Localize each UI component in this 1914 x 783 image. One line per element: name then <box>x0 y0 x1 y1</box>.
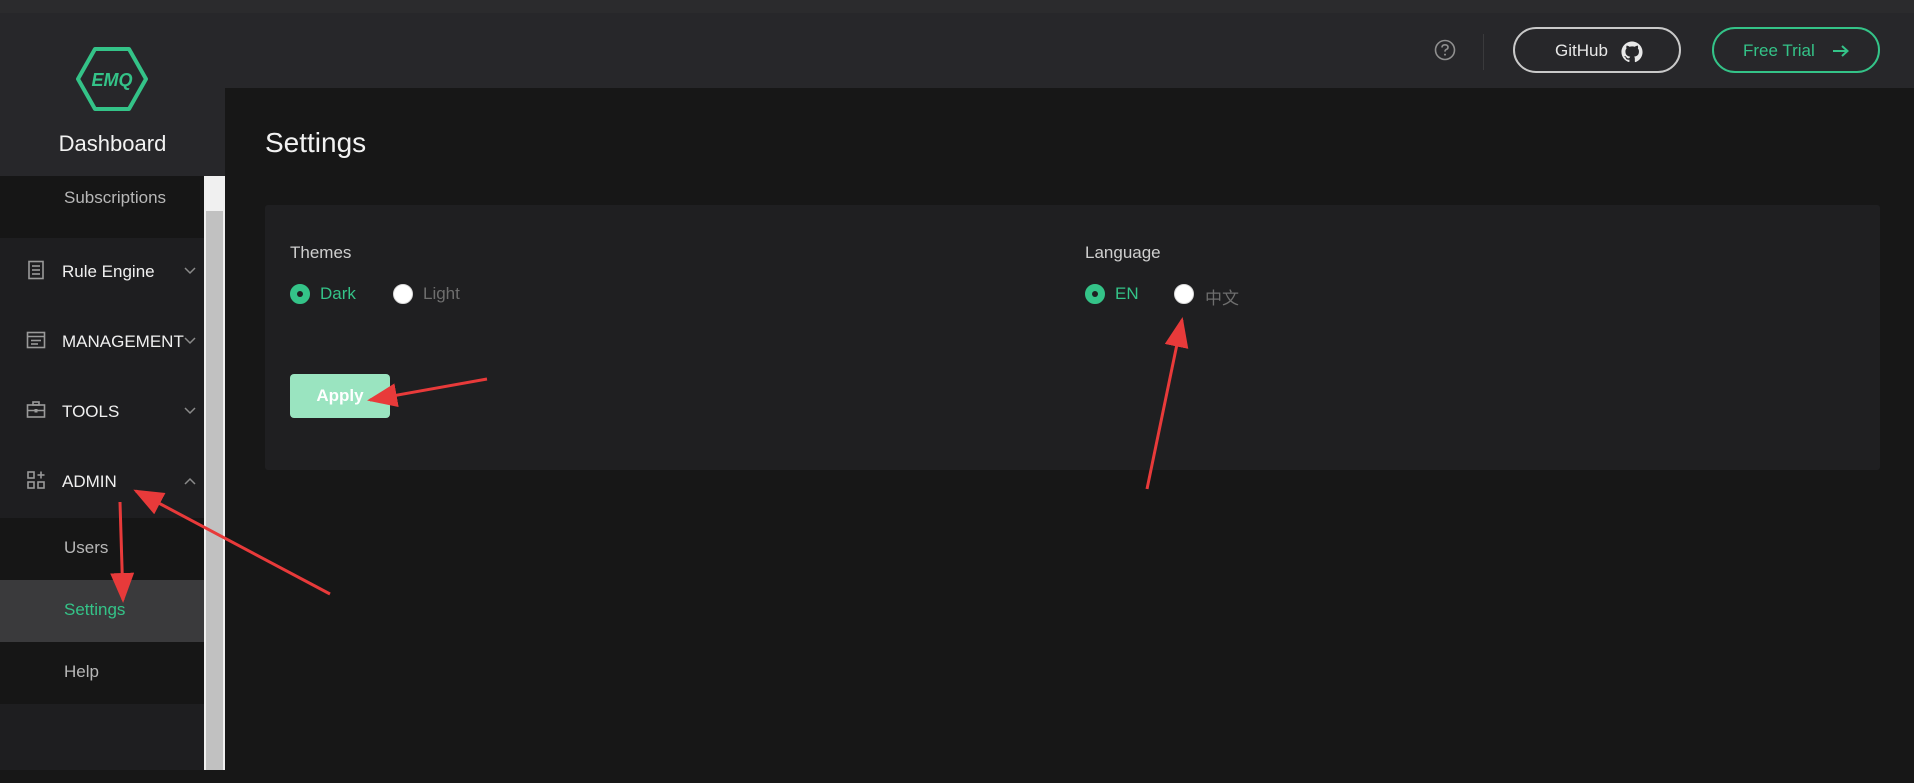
radio-theme-light[interactable] <box>393 284 413 304</box>
themes-label: Themes <box>290 243 352 262</box>
question-circle-icon[interactable] <box>1434 39 1456 61</box>
radio-language-en-label[interactable]: EN <box>1115 284 1139 304</box>
github-icon <box>1621 41 1643 63</box>
logo-text: EMQ <box>91 70 132 90</box>
brand-title: Dashboard <box>58 131 167 156</box>
radio-theme-light-label[interactable]: Light <box>423 284 460 304</box>
page-title: Settings <box>265 127 367 158</box>
radio-language-en[interactable] <box>1085 284 1105 304</box>
sidebar-group-tools[interactable]: TOOLS <box>0 378 204 448</box>
sidebar-item-users[interactable]: Users <box>0 518 204 580</box>
sidebar-group-label: TOOLS <box>62 402 120 421</box>
sidebar-group-label: Rule Engine <box>62 262 155 281</box>
github-button-label: GitHub <box>1555 41 1608 60</box>
free-trial-button[interactable]: Free Trial <box>1712 27 1880 73</box>
sidebar-item-label: Users <box>64 538 109 557</box>
sidebar-item-settings[interactable]: Settings <box>0 580 204 642</box>
top-header: GitHub Free Trial <box>225 13 1914 88</box>
document-icon <box>28 260 44 280</box>
sidebar-item-label: Help <box>64 662 99 681</box>
settings-card: Themes Dark Light Language EN 中文 <box>265 205 1880 470</box>
chevron-down-icon <box>184 407 196 415</box>
sidebar-item-label: Subscriptions <box>64 188 167 207</box>
brand-area: EMQ Dashboard <box>0 13 225 189</box>
radio-theme-dark[interactable] <box>290 284 310 304</box>
radio-theme-dark-label[interactable]: Dark <box>320 284 356 304</box>
chevron-up-icon <box>184 477 196 485</box>
chevron-down-icon <box>184 337 196 345</box>
window-top-strip <box>0 0 1914 14</box>
arrow-right-icon <box>1833 45 1849 57</box>
radio-language-zh-label[interactable]: 中文 <box>1205 284 1239 309</box>
sidebar-scrollbar-thumb[interactable] <box>206 211 223 770</box>
list-window-icon <box>26 331 46 349</box>
sidebar-group-rule-engine[interactable]: Rule Engine <box>0 238 204 308</box>
emq-logo-icon: EMQ <box>76 47 148 111</box>
github-button[interactable]: GitHub <box>1513 27 1681 73</box>
sidebar-group-label: ADMIN <box>62 472 117 491</box>
sidebar-item-help[interactable]: Help <box>0 642 204 704</box>
sidebar-menu: Subscriptions Rule Engine MANAGEMENT TOO… <box>0 176 204 770</box>
sidebar-item-label: Settings <box>64 600 126 619</box>
free-trial-button-label: Free Trial <box>1743 41 1815 60</box>
sidebar-item-subscriptions[interactable]: Subscriptions <box>0 176 204 238</box>
header-divider <box>1483 34 1484 70</box>
radio-language-zh[interactable] <box>1174 284 1194 304</box>
chevron-down-icon <box>184 267 196 275</box>
sidebar-group-label: MANAGEMENT <box>62 332 184 351</box>
language-label: Language <box>1085 243 1161 262</box>
sidebar-group-admin[interactable]: ADMIN <box>0 448 204 518</box>
toolbox-icon <box>26 401 46 418</box>
apply-button[interactable]: Apply <box>290 374 390 418</box>
sidebar-group-management[interactable]: MANAGEMENT <box>0 308 204 378</box>
grid-apps-icon <box>27 471 45 489</box>
